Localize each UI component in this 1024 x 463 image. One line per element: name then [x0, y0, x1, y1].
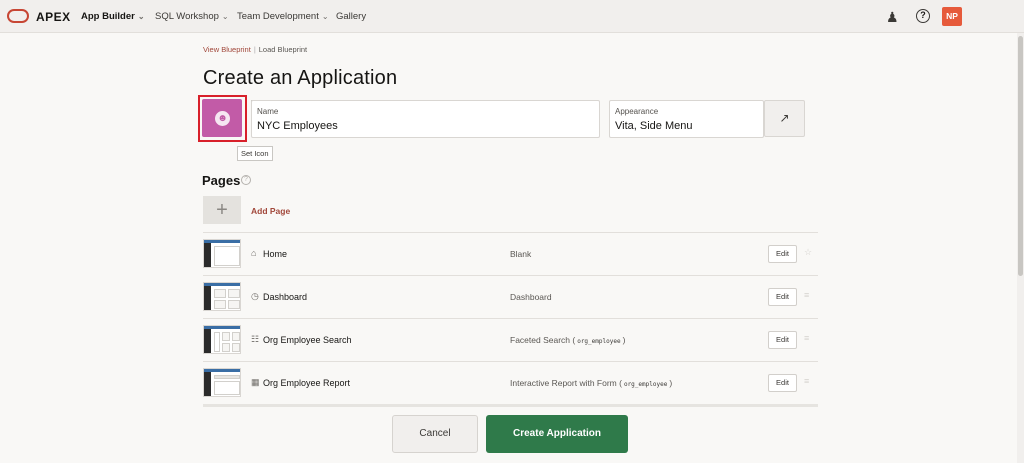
page-thumbnail [203, 325, 241, 354]
help-icon[interactable]: ? [241, 175, 251, 185]
top-bar: APEX App Builder ⌄ SQL Workshop ⌄ Team Dev… [0, 0, 1024, 33]
page-thumbnail [203, 282, 241, 311]
page-name: Org Employee Search [263, 335, 352, 345]
name-input[interactable] [257, 120, 587, 132]
nav-gallery[interactable]: Gallery [336, 11, 366, 22]
external-link-icon: ↗ [779, 111, 790, 125]
nav-app-builder[interactable]: App Builder ⌄ [81, 11, 145, 22]
page-type: Blank [510, 249, 532, 259]
set-icon-tooltip: Set Icon [237, 146, 273, 161]
edit-button[interactable]: Edit [768, 374, 797, 392]
page-type: Faceted Search (org_employee) [510, 335, 626, 345]
breadcrumb-view-blueprint[interactable]: View Blueprint [203, 45, 251, 54]
page-row-org-employee-search: ☷ Org Employee Search Faceted Search (or… [203, 319, 818, 361]
breadcrumb: View Blueprint | Load Blueprint [203, 45, 308, 54]
appearance-field[interactable]: Appearance [609, 100, 764, 138]
page-title: Create an Application [203, 67, 398, 89]
scrollbar-thumb[interactable] [1018, 36, 1023, 276]
page-type: Interactive Report with Form (org_employ… [510, 378, 673, 388]
create-application-button[interactable]: Create Application [486, 415, 628, 453]
pages-title: Pages [202, 173, 241, 188]
chevron-down-icon: ⌄ [137, 12, 145, 21]
edit-button[interactable]: Edit [768, 331, 797, 349]
set-icon-button[interactable]: ☻ [202, 99, 242, 137]
add-page-link[interactable]: Add Page [251, 206, 290, 216]
table-name: org_employee [577, 338, 621, 345]
cancel-button[interactable]: Cancel [392, 415, 478, 453]
page-thumbnail [203, 239, 241, 268]
name-label: Name [257, 107, 279, 116]
report-icon: ▦ [251, 377, 260, 387]
drag-handle-icon[interactable]: ≡ [804, 290, 809, 300]
page-row-home: ⌂ Home Blank Edit ☆ [203, 233, 818, 275]
oracle-logo-icon[interactable] [7, 9, 29, 23]
appearance-input[interactable] [615, 120, 761, 132]
page-name: Dashboard [263, 292, 308, 302]
name-field[interactable]: Name [251, 100, 600, 138]
edit-button[interactable]: Edit [768, 245, 797, 263]
appearance-label: Appearance [615, 107, 659, 116]
breadcrumb-current: Load Blueprint [258, 45, 308, 54]
change-appearance-button[interactable]: ↗ [764, 100, 805, 137]
page-type: Dashboard [510, 292, 552, 302]
edit-button[interactable]: Edit [768, 288, 797, 306]
smiley-icon: ☻ [215, 111, 230, 126]
avatar[interactable]: NP [942, 7, 962, 26]
brand-name[interactable]: APEX [36, 10, 71, 24]
home-page-star-icon: ☆ [804, 247, 813, 257]
footer-divider [203, 404, 818, 407]
page-row-dashboard: ◷ Dashboard Dashboard Edit ≡ [203, 276, 818, 318]
drag-handle-icon[interactable]: ≡ [804, 333, 809, 343]
chevron-down-icon: ⌄ [221, 12, 229, 21]
nav-sql-workshop[interactable]: SQL Workshop ⌄ [155, 11, 229, 22]
add-page-button[interactable]: + [203, 196, 241, 224]
table-name: org_employee [623, 381, 668, 388]
help-icon[interactable]: ? [916, 9, 930, 23]
user-admin-icon[interactable]: ♟ [886, 9, 899, 26]
chevron-down-icon: ⌄ [321, 12, 329, 21]
faceted-search-icon: ☷ [251, 334, 260, 344]
home-icon: ⌂ [251, 248, 257, 258]
page-thumbnail [203, 368, 241, 397]
drag-handle-icon[interactable]: ≡ [804, 376, 809, 386]
page-name: Org Employee Report [263, 378, 351, 388]
page-row-org-employee-report: ▦ Org Employee Report Interactive Report… [203, 362, 818, 404]
nav-team-development[interactable]: Team Development ⌄ [237, 11, 329, 22]
page-name: Home [263, 249, 288, 259]
dashboard-icon: ◷ [251, 291, 259, 301]
